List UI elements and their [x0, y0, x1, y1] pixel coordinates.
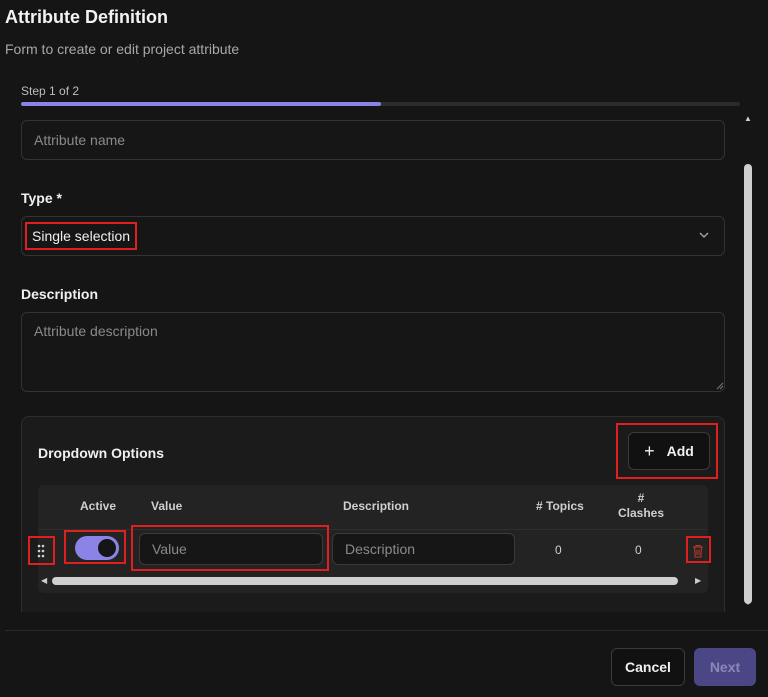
form-scroll-area: Type * Single selection Description Drop…: [0, 112, 740, 612]
page-title: Attribute Definition: [5, 7, 168, 27]
scroll-down-icon[interactable]: ▼: [744, 598, 752, 607]
resize-handle-icon[interactable]: [714, 380, 724, 390]
col-header-value: Value: [151, 499, 183, 513]
table-horizontal-scrollbar[interactable]: ◀ ▶: [38, 575, 708, 587]
col-header-clashes-label: Clashes: [618, 506, 665, 520]
option-topics-count: 0: [555, 543, 562, 557]
scroll-up-icon[interactable]: ▲: [744, 114, 752, 123]
value-input-highlight: [131, 525, 329, 571]
plus-icon: +: [644, 440, 655, 461]
scroll-right-icon[interactable]: ▶: [695, 575, 701, 587]
trash-highlight: [686, 536, 711, 563]
col-header-topics: # Topics: [536, 499, 584, 513]
footer-divider: [5, 630, 768, 631]
add-option-label: Add: [666, 443, 694, 459]
dropdown-options-panel: Dropdown Options + Add Active Value Desc…: [21, 416, 725, 612]
attribute-name-input[interactable]: [21, 120, 725, 160]
type-select[interactable]: Single selection: [21, 216, 725, 256]
add-option-button[interactable]: + Add: [628, 432, 710, 470]
col-header-clashes-hash: #: [637, 491, 645, 505]
dropdown-options-title: Dropdown Options: [38, 445, 164, 461]
options-table: Active Value Description # Topics # Clas…: [38, 485, 708, 593]
horizontal-scroll-thumb[interactable]: [52, 577, 678, 585]
cancel-button[interactable]: Cancel: [611, 648, 685, 686]
drag-handle-highlight: [28, 536, 55, 565]
option-description-input[interactable]: [332, 533, 515, 565]
option-clashes-count: 0: [635, 543, 642, 557]
col-header-active: Active: [80, 499, 117, 513]
scroll-left-icon[interactable]: ◀: [41, 575, 47, 587]
description-label: Description: [21, 286, 99, 302]
attribute-description-input[interactable]: [21, 312, 725, 392]
type-select-value: Single selection: [25, 222, 138, 250]
page-subtitle: Form to create or edit project attribute: [5, 41, 240, 57]
step-indicator: Step 1 of 2: [21, 84, 80, 98]
toggle-highlight: [64, 530, 126, 564]
next-button[interactable]: Next: [694, 648, 756, 686]
col-header-clashes: # Clashes: [618, 491, 664, 521]
step-progress-bar: [21, 102, 740, 106]
col-header-description: Description: [343, 499, 410, 513]
vertical-scroll-thumb[interactable]: [744, 164, 752, 604]
form-vertical-scrollbar[interactable]: ▲ ▼: [741, 112, 755, 612]
chevron-down-icon: [698, 229, 710, 241]
type-label: Type *: [21, 190, 62, 206]
step-progress-fill: [21, 102, 381, 106]
